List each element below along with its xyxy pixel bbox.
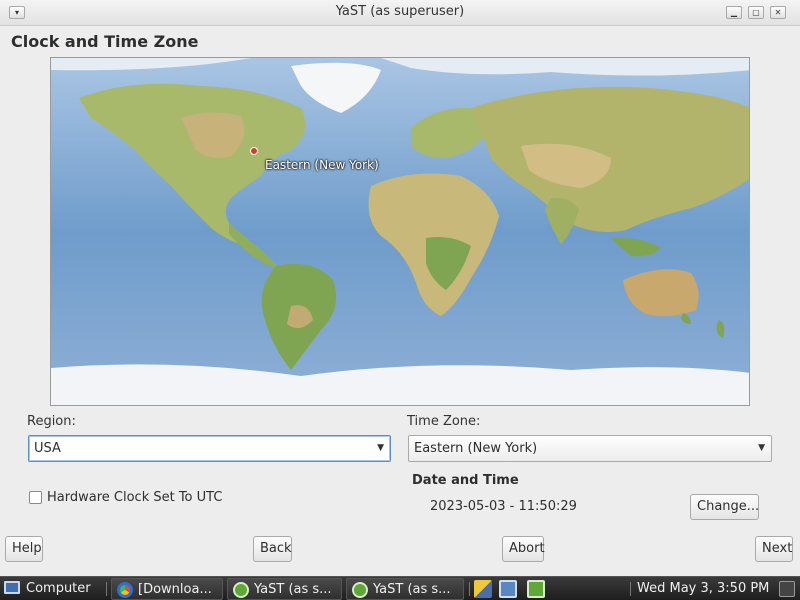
minimize-button[interactable]: ▁ <box>726 6 742 19</box>
taskbar-task-yast-1[interactable]: YaST (as s... <box>227 578 342 600</box>
date-time-heading: Date and Time <box>412 473 519 488</box>
computer-icon <box>4 581 20 594</box>
close-button[interactable]: ✕ <box>770 6 786 19</box>
help-button[interactable]: Help <box>5 536 43 562</box>
show-desktop-icon[interactable] <box>779 581 795 597</box>
region-select-value: USA <box>34 441 61 456</box>
taskbar-separator <box>630 582 631 596</box>
chrome-icon <box>117 582 133 598</box>
hardware-clock-utc-label: Hardware Clock Set To UTC <box>47 490 223 505</box>
change-datetime-button[interactable]: Change... <box>690 494 759 520</box>
taskbar-task-label: [Downloa... <box>138 582 212 597</box>
system-monitor-icon[interactable] <box>474 580 492 598</box>
minimize-icon: ▁ <box>730 8 738 17</box>
taskbar-separator <box>106 582 107 596</box>
chevron-down-icon: ▼ <box>758 443 765 453</box>
timezone-select[interactable]: Eastern (New York) ▼ <box>408 435 772 462</box>
network-icon[interactable] <box>499 580 517 598</box>
close-icon: ✕ <box>774 8 782 17</box>
yast-tray-icon[interactable] <box>527 580 545 598</box>
taskbar: Computer [Downloa... YaST (as s... YaST … <box>0 576 800 600</box>
computer-menu-button[interactable]: Computer <box>4 578 102 600</box>
window-titlebar: ▾ YaST (as superuser) ▁ ▢ ✕ <box>0 0 800 26</box>
world-map-image <box>51 58 749 405</box>
taskbar-task-yast-2[interactable]: YaST (as s... <box>346 578 464 600</box>
map-timezone-label: Eastern (New York) <box>265 158 379 172</box>
maximize-button[interactable]: ▢ <box>748 6 764 19</box>
chevron-down-icon: ▼ <box>377 443 384 453</box>
taskbar-task-label: YaST (as s... <box>254 582 332 597</box>
back-button[interactable]: Back <box>253 536 292 562</box>
maximize-icon: ▢ <box>752 8 760 17</box>
next-button[interactable]: Next <box>755 536 793 562</box>
taskbar-task-label: YaST (as s... <box>373 582 451 597</box>
taskbar-separator <box>469 582 470 596</box>
taskbar-clock[interactable]: Wed May 3, 3:50 PM <box>637 578 769 600</box>
window-title: YaST (as superuser) <box>335 4 465 19</box>
timezone-select-value: Eastern (New York) <box>414 441 538 456</box>
region-label: Region: <box>27 414 76 429</box>
page-title: Clock and Time Zone <box>11 32 199 51</box>
yast-icon <box>233 582 249 598</box>
yast-icon <box>352 582 368 598</box>
hardware-clock-utc-checkbox[interactable] <box>29 491 42 504</box>
hardware-clock-utc-option[interactable]: Hardware Clock Set To UTC <box>29 490 222 505</box>
computer-menu-label: Computer <box>26 581 91 596</box>
date-time-value: 2023-05-03 - 11:50:29 <box>430 499 577 514</box>
taskbar-task-browser[interactable]: [Downloa... <box>111 578 223 600</box>
timezone-marker <box>250 147 258 155</box>
timezone-world-map[interactable]: Eastern (New York) <box>50 57 750 406</box>
abort-button[interactable]: Abort <box>502 536 545 562</box>
region-select[interactable]: USA ▼ <box>28 435 391 462</box>
timezone-label: Time Zone: <box>407 414 481 429</box>
